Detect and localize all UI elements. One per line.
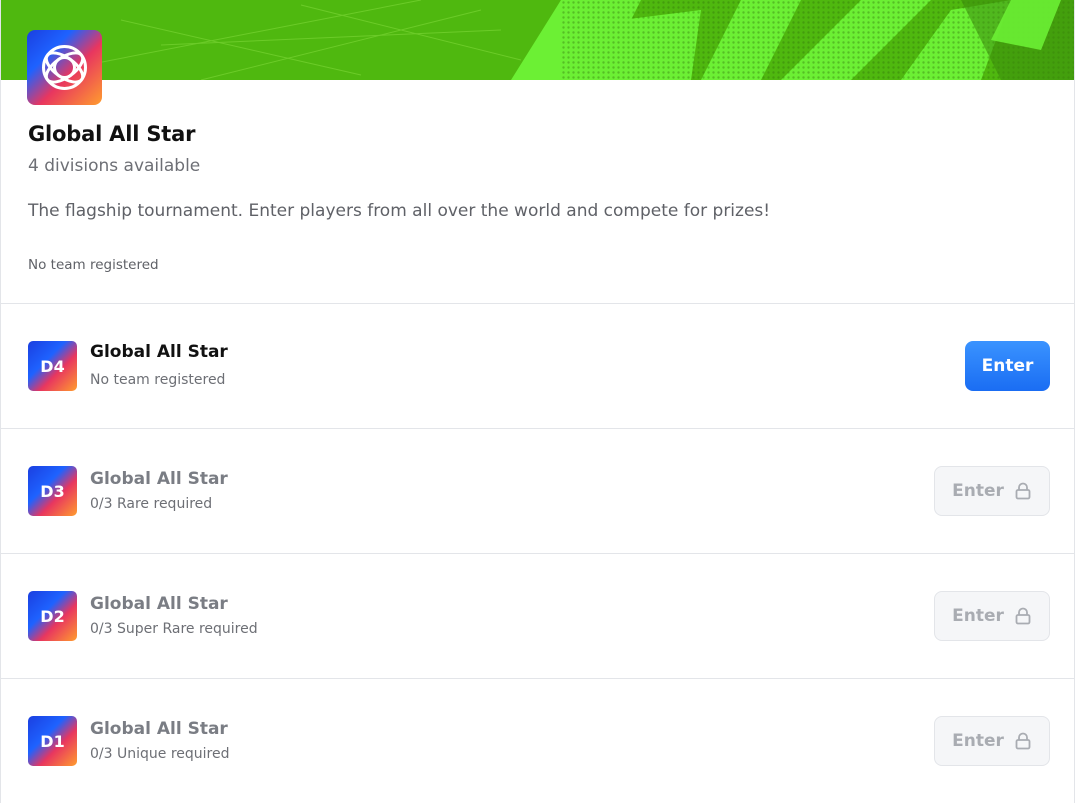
enter-button-d3[interactable]: Enter (934, 466, 1050, 516)
enter-button-d2[interactable]: Enter (934, 591, 1050, 641)
tournament-logo (27, 30, 102, 105)
division-row-d2: D2 Global All Star 0/3 Super Rare requir… (1, 554, 1074, 678)
lock-icon (1015, 482, 1031, 500)
division-title: Global All Star (90, 719, 228, 739)
tournament-card: Global All Star 4 divisions available Th… (0, 0, 1075, 803)
enter-button-label: Enter (952, 481, 1004, 501)
division-row-d4: D4 Global All Star No team registered En… (1, 304, 1074, 428)
division-subtitle: 0/3 Unique required (90, 746, 230, 762)
division-row-d1: D1 Global All Star 0/3 Unique required E… (1, 679, 1074, 803)
registration-status: No team registered (28, 257, 159, 273)
lock-icon (1015, 607, 1031, 625)
division-row-d3: D3 Global All Star 0/3 Rare required Ent… (1, 429, 1074, 553)
tournament-globe-icon (42, 45, 87, 90)
division-badge-label: D4 (40, 356, 65, 376)
enter-button-label: Enter (981, 356, 1034, 376)
division-badge: D1 (28, 716, 77, 766)
division-badge: D3 (28, 466, 77, 516)
division-badge: D2 (28, 591, 77, 641)
division-title: Global All Star (90, 342, 228, 362)
division-title: Global All Star (90, 469, 228, 489)
division-badge: D4 (28, 341, 77, 391)
tournament-banner (1, 0, 1074, 80)
division-badge-label: D3 (40, 481, 65, 501)
division-badge-label: D1 (40, 731, 65, 751)
lock-icon (1015, 732, 1031, 750)
tournament-title: Global All Star (28, 122, 196, 146)
division-title: Global All Star (90, 594, 228, 614)
enter-button-label: Enter (952, 731, 1004, 751)
division-badge-label: D2 (40, 606, 65, 626)
enter-button-d4[interactable]: Enter (965, 341, 1050, 391)
tournament-description: The flagship tournament. Enter players f… (28, 201, 771, 221)
enter-button-label: Enter (952, 606, 1004, 626)
division-subtitle: 0/3 Rare required (90, 496, 213, 512)
enter-button-d1[interactable]: Enter (934, 716, 1050, 766)
divisions-count: 4 divisions available (28, 156, 201, 176)
division-subtitle: No team registered (90, 372, 226, 388)
division-subtitle: 0/3 Super Rare required (90, 621, 258, 637)
